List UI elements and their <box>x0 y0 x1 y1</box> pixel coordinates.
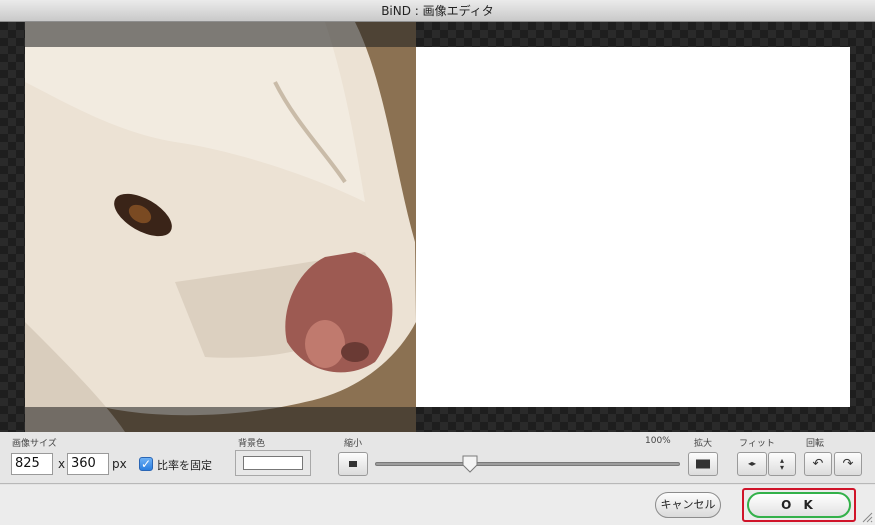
zoom-out-button[interactable] <box>338 452 368 476</box>
dog-photo[interactable] <box>25 22 416 432</box>
window-title: BiND : 画像エディタ <box>0 0 875 22</box>
crop-shade-bottom <box>25 407 416 432</box>
fit-horizontal-icon: ◂▸ <box>747 459 757 468</box>
keep-ratio-label: 比率を固定 <box>157 459 212 472</box>
shrink-label: 縮小 <box>344 439 363 449</box>
image-size-label: 画像サイズ <box>12 439 57 449</box>
zoom-in-icon <box>696 459 710 469</box>
ok-button[interactable]: O K <box>747 492 851 518</box>
image-editor-window: BiND : 画像エディタ 画像サイズ 825 x 360 px ✓ 比率を固定… <box>0 0 875 525</box>
rotate-left-button[interactable]: ↶ <box>804 452 832 476</box>
resize-grip-icon[interactable] <box>861 511 873 523</box>
fit-vertical-icon: ▴ ▾ <box>779 456 785 472</box>
enlarge-label: 拡大 <box>694 439 713 449</box>
image-height-field[interactable]: 360 <box>67 453 109 475</box>
keep-ratio-checkbox[interactable]: ✓ <box>139 457 153 471</box>
canvas-background-area <box>416 47 850 407</box>
fit-height-button[interactable]: ▴ ▾ <box>768 452 796 476</box>
zoom-out-icon <box>349 461 357 467</box>
background-color-label: 背景色 <box>238 439 266 449</box>
cancel-button[interactable]: キャンセル <box>655 492 721 518</box>
zoom-slider-thumb[interactable] <box>461 455 479 473</box>
editor-canvas[interactable] <box>0 22 875 432</box>
rotate-right-button[interactable]: ↷ <box>834 452 862 476</box>
zoom-slider-track[interactable] <box>375 462 680 466</box>
crop-shade-top <box>25 22 416 47</box>
image-width-field[interactable]: 825 <box>11 453 53 475</box>
rotate-label: 回転 <box>806 439 825 449</box>
background-color-swatch <box>243 456 303 470</box>
fit-label: フィット <box>739 439 775 449</box>
size-unit: px <box>112 457 127 471</box>
size-separator: x <box>58 457 66 471</box>
rotate-right-icon: ↷ <box>842 456 854 472</box>
background-color-well[interactable] <box>235 450 311 476</box>
fit-width-button[interactable]: ◂▸ <box>737 452 767 476</box>
zoom-percent: 100% <box>645 436 671 446</box>
dialog-footer: キャンセル O K <box>0 485 875 525</box>
rotate-left-icon: ↶ <box>812 456 824 472</box>
zoom-in-button[interactable] <box>688 452 718 476</box>
editor-toolbar: 画像サイズ 825 x 360 px ✓ 比率を固定 背景色 縮小 100% 拡… <box>0 432 875 484</box>
